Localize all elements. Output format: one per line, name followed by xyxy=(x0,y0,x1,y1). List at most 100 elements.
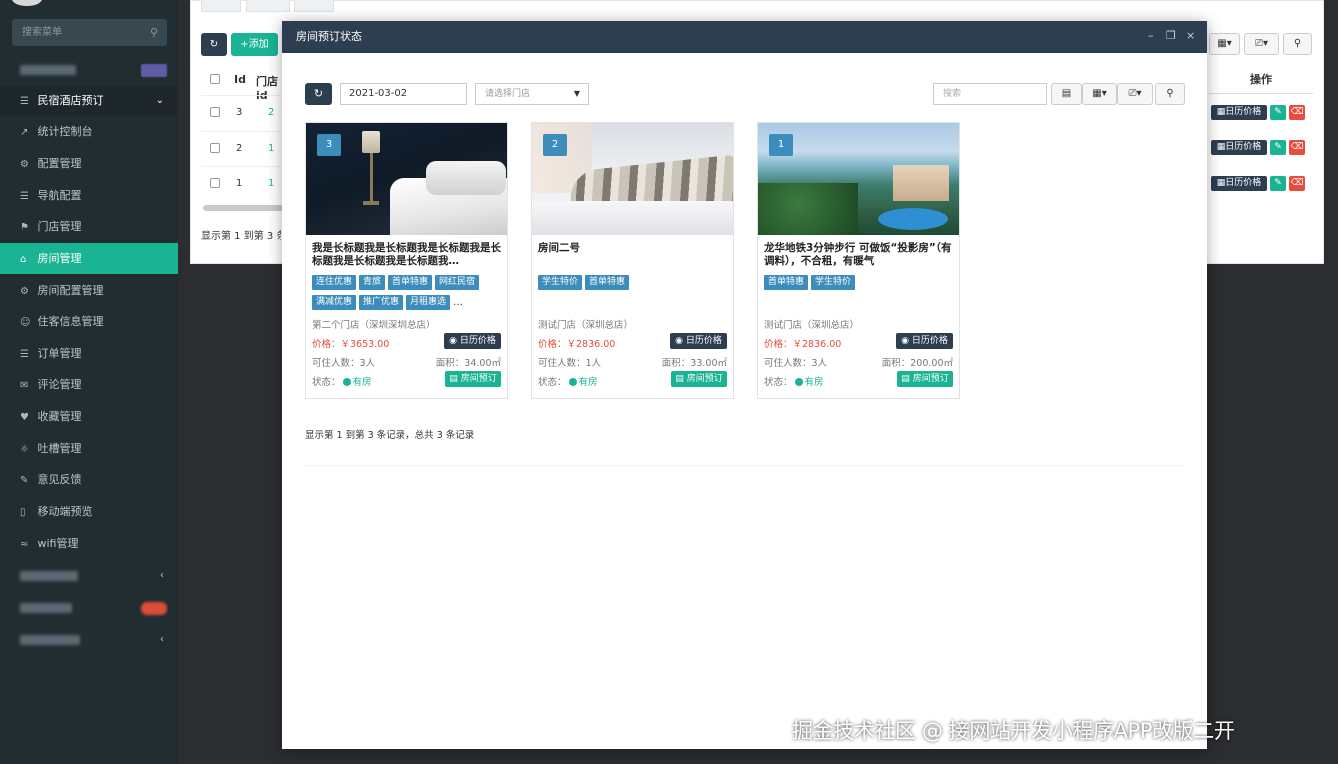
table-row[interactable]: 2 1 xyxy=(201,131,281,166)
sidebar-item-store[interactable]: ⚑ 门店管理 xyxy=(0,211,178,242)
store-select-placeholder: 请选择门店 xyxy=(485,89,531,99)
refresh-icon: ↻ xyxy=(313,87,324,100)
user-avatar[interactable] xyxy=(12,0,42,6)
eye-icon: ◉ xyxy=(901,336,909,346)
room-card[interactable]: 1 龙华地铁3分钟步行 可做饭“投影房”（有调料），不合租，有暖气 首单特惠 学生… xyxy=(757,122,960,399)
sidebar-item-label: 意见反馈 xyxy=(37,473,82,486)
add-button-label: 添加 xyxy=(248,39,269,50)
user-icon: ☺ xyxy=(20,317,31,328)
room-price: 价格：￥2836.00 xyxy=(764,336,841,350)
row-checkbox[interactable] xyxy=(210,107,220,117)
calendar-price-button[interactable]: ▦日历价格 xyxy=(1211,140,1267,155)
sidebar-item-label: 订单管理 xyxy=(37,347,82,360)
booking-icon: ▤ xyxy=(675,374,684,384)
book-room-button[interactable]: ▤ 房间预订 xyxy=(671,371,727,387)
card-view-toggle-button[interactable]: ▤ xyxy=(1051,83,1082,105)
book-room-button[interactable]: ▤ 房间预订 xyxy=(445,371,501,387)
table-row[interactable]: 1 1 xyxy=(201,166,281,201)
sidebar-item-hotel-booking[interactable]: ☰ 民宿酒店预订 ⌄ xyxy=(0,85,178,116)
chevron-down-icon: ⌄ xyxy=(155,95,164,106)
columns-toggle-button[interactable]: ▦▾ xyxy=(1209,33,1240,55)
store-select[interactable]: 请选择门店 ▼ xyxy=(475,83,589,105)
sidebar-item-room[interactable]: ⌂ 房间管理 xyxy=(0,243,178,274)
calendar-price-button[interactable]: ◉ 日历价格 xyxy=(444,333,501,349)
edit-button[interactable]: ✎ xyxy=(1270,105,1286,120)
export-button[interactable]: ⎚▾ xyxy=(1117,83,1153,105)
tab-2[interactable] xyxy=(246,0,290,12)
sidebar-item-config[interactable]: ⚙ 配置管理 xyxy=(0,148,178,179)
calendar-price-label: 日历价格 xyxy=(685,336,722,346)
sidebar-item-comments[interactable]: ✉ 评论管理 xyxy=(0,369,178,400)
refresh-button[interactable]: ↻ xyxy=(201,33,227,56)
sidebar-item-feedback[interactable]: ✎ 意见反馈 xyxy=(0,464,178,495)
export-button[interactable]: ⎚▾ xyxy=(1244,33,1279,55)
room-card[interactable]: 3 我是长标题我是长标题我是长标题我是长标题我是长标题我是长标题我… 连住优惠青… xyxy=(305,122,508,399)
row-store-id[interactable]: 1 xyxy=(268,143,274,154)
room-area: 面积：34.00㎡ xyxy=(436,355,501,369)
blurred-label xyxy=(20,571,78,581)
calendar-price-label: 日历价格 xyxy=(1225,142,1262,152)
pencil-icon: ✎ xyxy=(20,475,29,486)
calendar-icon: ▦ xyxy=(1216,178,1226,188)
tab-all[interactable] xyxy=(201,0,241,12)
maximize-icon[interactable]: ❐ xyxy=(1166,21,1176,51)
calendar-price-button[interactable]: ◉ 日历价格 xyxy=(896,333,953,349)
row-checkbox[interactable] xyxy=(210,178,220,188)
calendar-price-button[interactable]: ▦日历价格 xyxy=(1211,105,1267,120)
room-card[interactable]: 2 房间二号 学生特价 首单特惠 测试门店（深圳总店） 价格：￥2836.00 ◉… xyxy=(531,122,734,399)
sidebar-item-favorites[interactable]: ♥ 收藏管理 xyxy=(0,401,178,432)
room-status: 状态： 有房 xyxy=(312,374,372,388)
modal-search-input[interactable]: 搜索 xyxy=(933,83,1047,105)
add-button[interactable]: +添加 xyxy=(231,33,278,56)
status-dot-icon xyxy=(342,378,351,386)
sidebar-item-mobile-preview[interactable]: ▯ 移动端预览 xyxy=(0,496,178,527)
room-tag: 首单特惠 xyxy=(388,275,433,290)
book-room-label: 房间预订 xyxy=(460,374,497,384)
room-tag: 连住优惠 xyxy=(312,275,357,290)
sidebar-search-input[interactable]: 搜索菜单 ⚲ xyxy=(12,19,167,46)
row-checkbox[interactable] xyxy=(210,143,220,153)
modal-title: 房间预订状态 xyxy=(296,30,362,43)
edit-button[interactable]: ✎ xyxy=(1270,140,1286,155)
sidebar-item-nav-config[interactable]: ☰ 导航配置 xyxy=(0,180,178,211)
columns-toggle-button[interactable]: ▦▾ xyxy=(1082,83,1117,105)
row-store-id[interactable]: 2 xyxy=(268,107,274,118)
book-room-button[interactable]: ▤ 房间预订 xyxy=(897,371,953,387)
sidebar-item-dashboard[interactable]: ↗ 统计控制台 xyxy=(0,116,178,147)
delete-button[interactable]: ⌫ xyxy=(1289,140,1305,155)
calendar-price-button[interactable]: ▦日历价格 xyxy=(1211,176,1267,191)
search-button[interactable]: ⚲ xyxy=(1283,33,1312,55)
horizontal-scrollbar[interactable] xyxy=(203,205,283,211)
edit-button[interactable]: ✎ xyxy=(1270,176,1286,191)
sidebar-item-blurred-2[interactable]: ‹ xyxy=(0,560,178,591)
sidebar-item-guest[interactable]: ☺ 住客信息管理 xyxy=(0,306,178,337)
date-input[interactable]: 2021-03-02 xyxy=(340,83,467,105)
close-icon[interactable]: × xyxy=(1186,21,1195,51)
calendar-price-button[interactable]: ◉ 日历价格 xyxy=(670,333,727,349)
modal-refresh-button[interactable]: ↻ xyxy=(305,83,332,105)
gear-icon: ⚙ xyxy=(20,159,29,170)
sidebar: 搜索菜单 ⚲ ☰ 民宿酒店预订 ⌄ ↗ 统计控制台 ⚙ 配置管理 ☰ 导航配置 … xyxy=(0,0,178,764)
room-tag: 首单特惠 xyxy=(585,275,630,290)
delete-button[interactable]: ⌫ xyxy=(1289,105,1305,120)
sidebar-item-room-config[interactable]: ⚙ 房间配置管理 xyxy=(0,275,178,306)
sidebar-search-placeholder: 搜索菜单 xyxy=(22,27,62,38)
table-row[interactable]: 3 2 xyxy=(201,95,281,130)
sidebar-item-wifi[interactable]: ≈ wifi管理 xyxy=(0,528,178,559)
sidebar-item-blurred-4[interactable]: ‹ xyxy=(0,624,178,655)
row-store-id[interactable]: 1 xyxy=(268,178,274,189)
status-label: 状态： xyxy=(312,377,341,388)
room-tag: 学生特价 xyxy=(811,275,856,290)
book-room-label: 房间预订 xyxy=(686,374,723,384)
minimize-icon[interactable]: – xyxy=(1148,21,1154,51)
sidebar-item-complaints[interactable]: ☼ 吐槽管理 xyxy=(0,433,178,464)
sidebar-item-label: wifi管理 xyxy=(37,537,79,550)
search-button[interactable]: ⚲ xyxy=(1155,83,1185,105)
delete-button[interactable]: ⌫ xyxy=(1289,176,1305,191)
tab-3[interactable] xyxy=(294,0,334,12)
sidebar-item-label: 房间管理 xyxy=(37,252,82,265)
sidebar-item-orders[interactable]: ☰ 订单管理 xyxy=(0,338,178,369)
heart-icon: ♥ xyxy=(20,412,29,423)
select-all-checkbox[interactable] xyxy=(210,74,220,84)
room-number-badge: 3 xyxy=(317,134,341,156)
